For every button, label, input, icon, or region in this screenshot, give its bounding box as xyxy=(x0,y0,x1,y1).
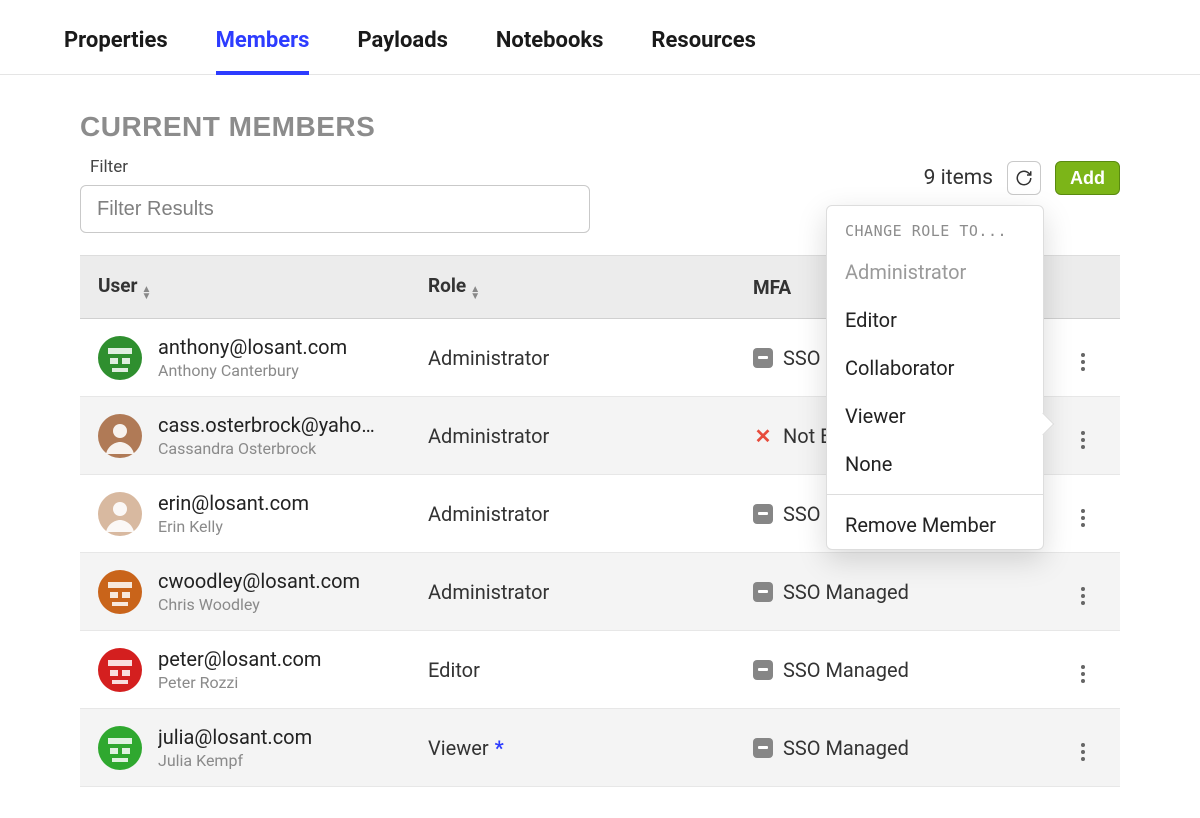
role-cell: Administrator xyxy=(410,319,735,397)
mfa-status: SSO Managed xyxy=(783,658,909,682)
dropdown-option-collaborator[interactable]: Collaborator xyxy=(827,344,1043,392)
mfa-not-enabled-icon: ✕ xyxy=(753,426,773,446)
filter-input[interactable] xyxy=(80,185,590,233)
row-actions-button[interactable] xyxy=(1075,737,1091,767)
mfa-sso-icon xyxy=(753,348,773,368)
dropdown-header: CHANGE ROLE TO... xyxy=(827,206,1043,248)
toolbar: 9 items Add xyxy=(924,161,1120,195)
dropdown-option-none[interactable]: None xyxy=(827,440,1043,488)
mfa-sso-icon xyxy=(753,738,773,758)
col-user[interactable]: User▲▼ xyxy=(80,256,410,319)
table-row: julia@losant.com Julia Kempf Viewer* SSO Ma… xyxy=(80,709,1120,787)
role-dropdown: CHANGE ROLE TO... Administrator EditorCo… xyxy=(826,205,1044,550)
dropdown-current-role: Administrator xyxy=(827,248,1043,296)
col-role[interactable]: Role▲▼ xyxy=(410,256,735,319)
tabs: Properties Members Payloads Notebooks Resour… xyxy=(0,0,1200,75)
user-name: Julia Kempf xyxy=(158,751,312,770)
user-name: Chris Woodley xyxy=(158,595,360,614)
sort-icon: ▲▼ xyxy=(142,286,152,300)
avatar xyxy=(98,726,142,770)
user-name: Anthony Canterbury xyxy=(158,361,347,380)
avatar xyxy=(98,648,142,692)
dropdown-separator xyxy=(827,494,1043,495)
section-title: CURRENT MEMBERS xyxy=(80,111,1120,143)
avatar xyxy=(98,414,142,458)
user-name: Cassandra Osterbrock xyxy=(158,439,375,458)
tab-properties[interactable]: Properties xyxy=(64,28,168,74)
row-actions-button[interactable] xyxy=(1075,503,1091,533)
row-actions-button[interactable] xyxy=(1075,347,1091,377)
row-actions-button[interactable] xyxy=(1075,425,1091,455)
mfa-sso-icon xyxy=(753,660,773,680)
role-override-icon: * xyxy=(495,736,504,760)
role-cell: Administrator xyxy=(410,553,735,631)
role-cell: Administrator xyxy=(410,475,735,553)
user-email[interactable]: julia@losant.com xyxy=(158,725,312,749)
avatar xyxy=(98,336,142,380)
user-email[interactable]: peter@losant.com xyxy=(158,647,321,671)
row-actions-button[interactable] xyxy=(1075,581,1091,611)
col-actions xyxy=(1045,256,1120,319)
mfa-sso-icon xyxy=(753,504,773,524)
user-name: Peter Rozzi xyxy=(158,673,321,692)
dropdown-remove-member[interactable]: Remove Member xyxy=(827,501,1043,549)
tab-resources[interactable]: Resources xyxy=(651,28,756,74)
user-name: Erin Kelly xyxy=(158,517,309,536)
user-email[interactable]: erin@losant.com xyxy=(158,491,309,515)
user-email[interactable]: anthony@losant.com xyxy=(158,335,347,359)
table-row: cwoodley@losant.com Chris Woodley Administ… xyxy=(80,553,1120,631)
dropdown-option-viewer[interactable]: Viewer xyxy=(827,392,1043,440)
refresh-icon xyxy=(1015,169,1033,187)
tab-members[interactable]: Members xyxy=(216,28,310,75)
add-button[interactable]: Add xyxy=(1055,161,1120,195)
row-actions-button[interactable] xyxy=(1075,659,1091,689)
sort-icon: ▲▼ xyxy=(470,286,480,300)
mfa-status: SSO Managed xyxy=(783,736,909,760)
table-row: peter@losant.com Peter Rozzi Editor SSO Man… xyxy=(80,631,1120,709)
tab-notebooks[interactable]: Notebooks xyxy=(496,28,604,74)
role-cell: Administrator xyxy=(410,397,735,475)
dropdown-options: EditorCollaboratorViewerNone xyxy=(827,296,1043,488)
role-cell: Editor xyxy=(410,631,735,709)
role-cell: Viewer* xyxy=(410,709,735,787)
mfa-sso-icon xyxy=(753,582,773,602)
user-email[interactable]: cass.osterbrock@yaho… xyxy=(158,413,375,437)
avatar xyxy=(98,570,142,614)
avatar xyxy=(98,492,142,536)
mfa-status: SSO Managed xyxy=(783,580,909,604)
refresh-button[interactable] xyxy=(1007,161,1041,195)
dropdown-option-editor[interactable]: Editor xyxy=(827,296,1043,344)
item-count: 9 items xyxy=(924,166,993,190)
user-email[interactable]: cwoodley@losant.com xyxy=(158,569,360,593)
tab-payloads[interactable]: Payloads xyxy=(357,28,447,74)
